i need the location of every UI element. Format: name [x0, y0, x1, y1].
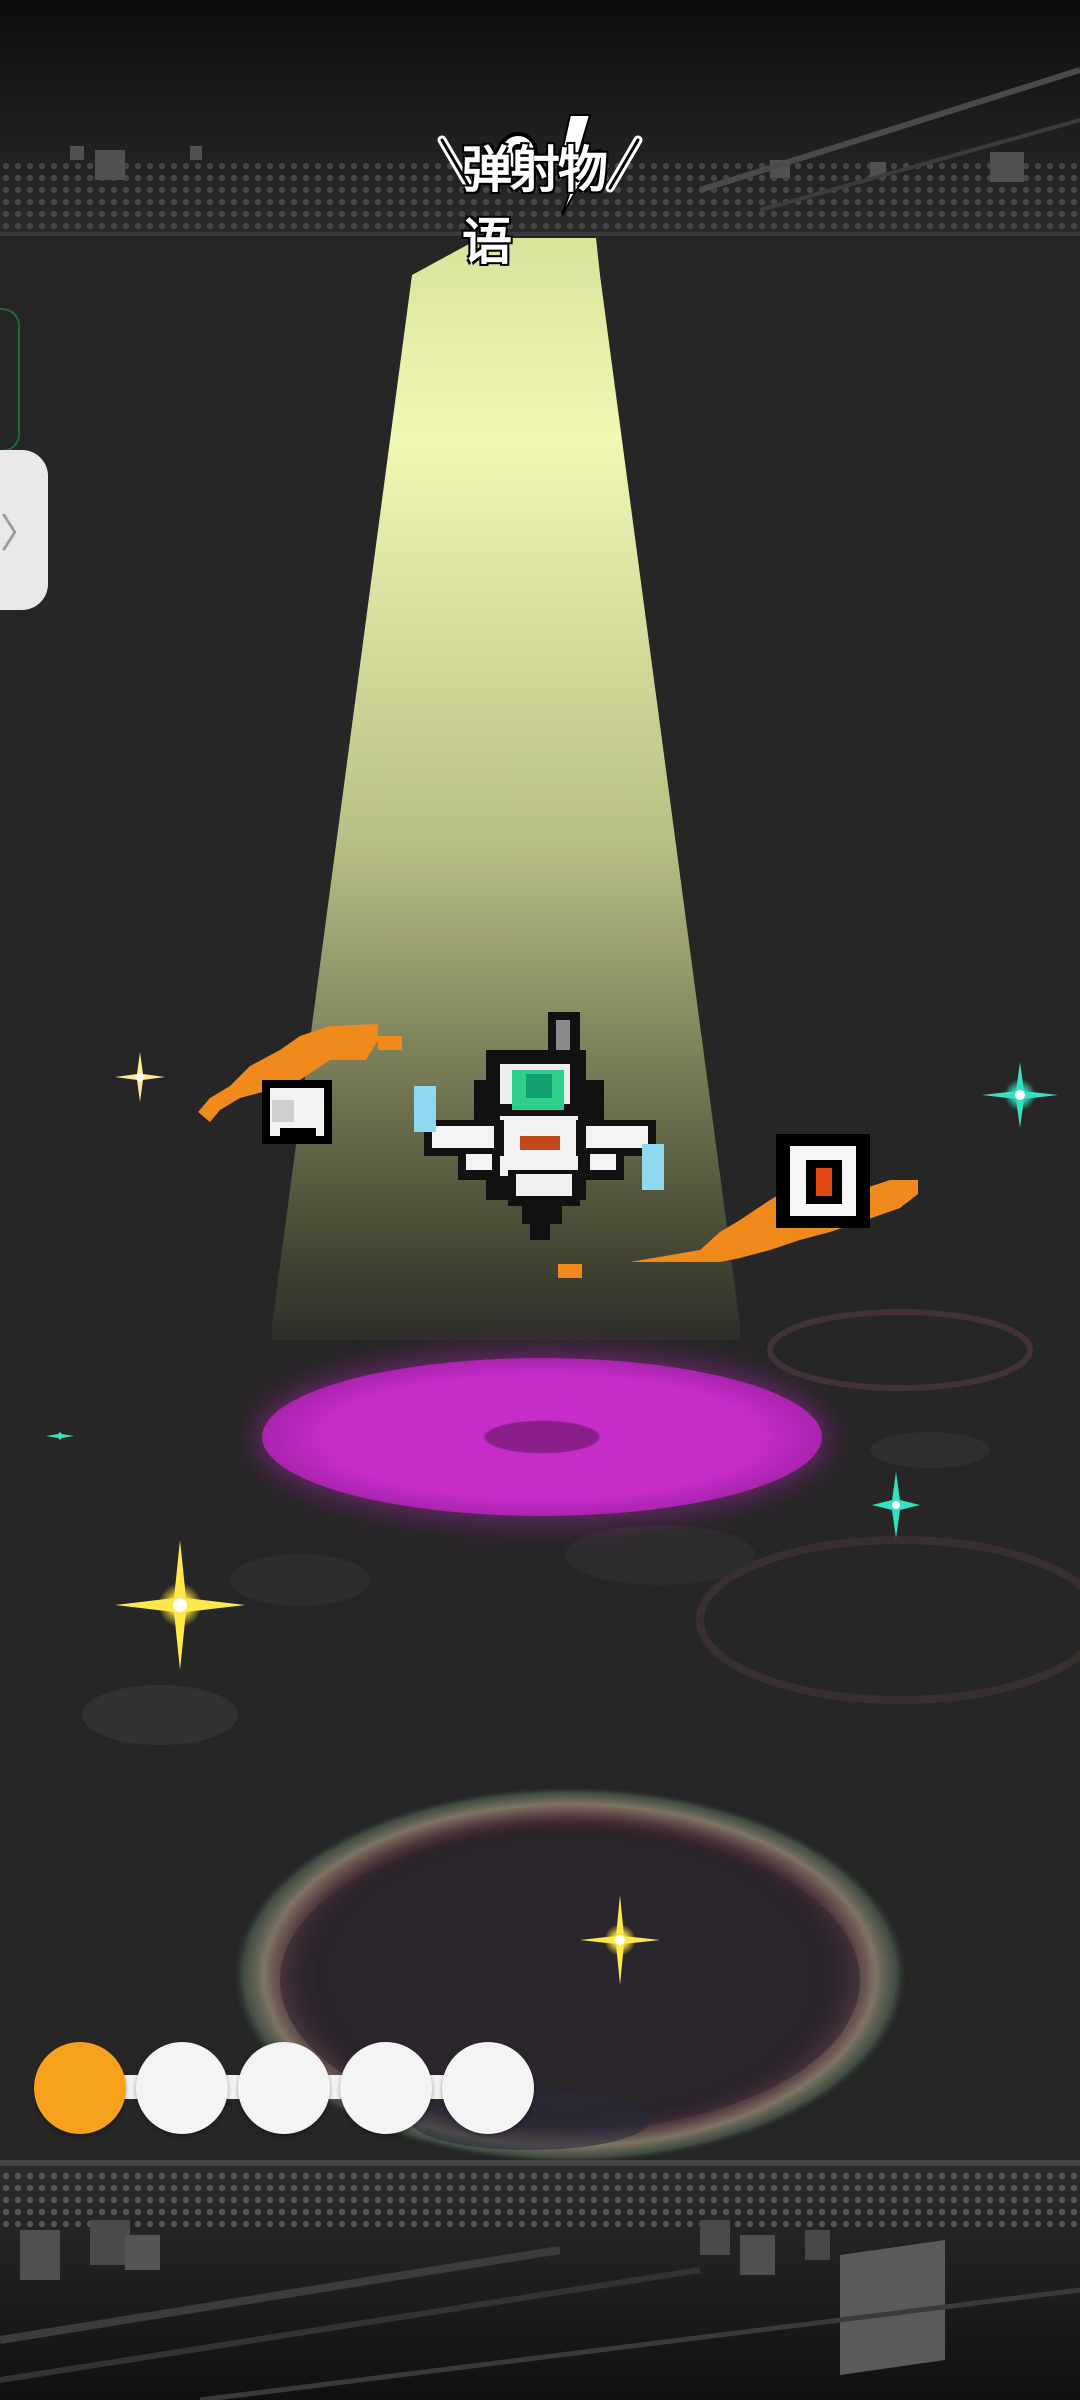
sparkle-layer	[46, 1052, 1058, 1985]
page-dot-2[interactable]	[136, 2042, 228, 2134]
sparkle-icon	[115, 1540, 245, 1670]
sparkle-icon	[872, 1472, 920, 1538]
sparkle-icon	[46, 1432, 74, 1440]
sparkle-icon	[115, 1052, 165, 1102]
page-dot-5[interactable]	[442, 2042, 534, 2134]
page-dot-4[interactable]	[340, 2042, 432, 2134]
page-dot-3[interactable]	[238, 2042, 330, 2134]
bottom-footer-band	[0, 2160, 1080, 2400]
sparkle-icon	[982, 1062, 1058, 1128]
page-dot-1[interactable]	[34, 2042, 126, 2134]
sparkle-icon	[580, 1895, 660, 1985]
